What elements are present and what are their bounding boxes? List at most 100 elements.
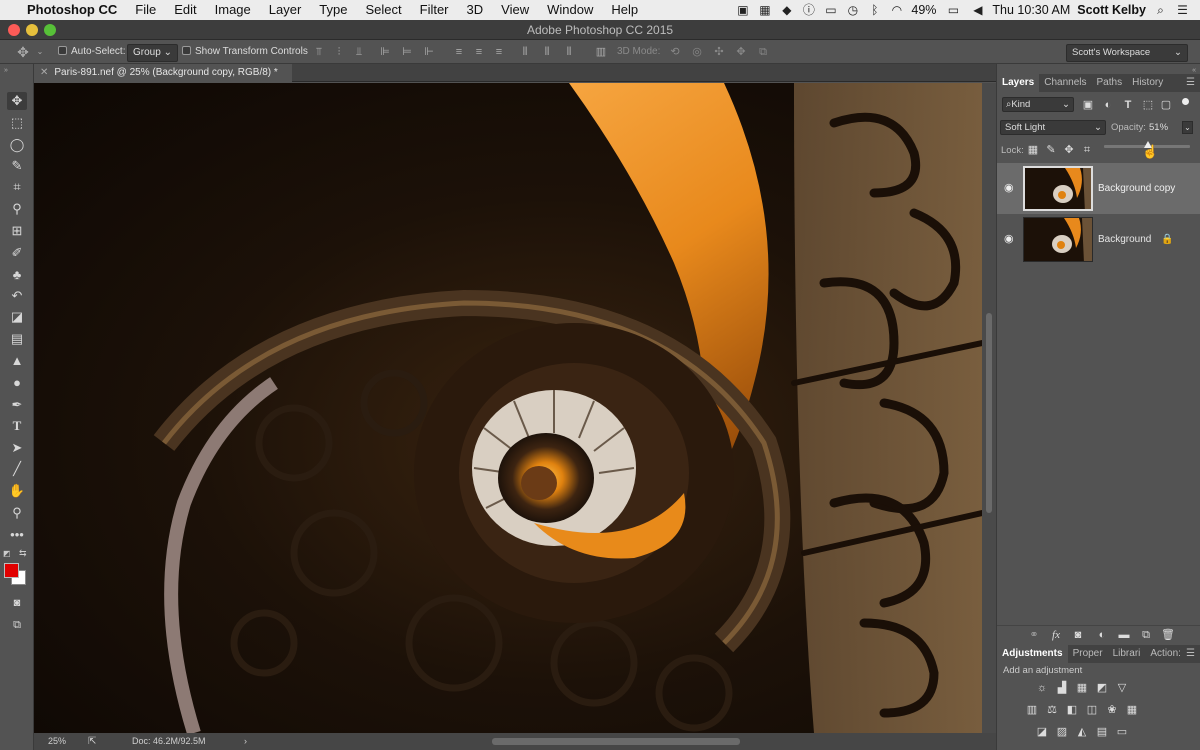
3d-drag-icon[interactable]: ✣	[712, 45, 726, 59]
info-icon[interactable]: ⓘ	[801, 3, 816, 17]
tab-channels[interactable]: Channels	[1039, 74, 1091, 92]
layer-name[interactable]: Background copy	[1098, 163, 1175, 214]
threshold-icon[interactable]: ◭	[1075, 726, 1089, 739]
invert-icon[interactable]: ◪	[1035, 726, 1049, 739]
blend-mode-dropdown[interactable]: Soft Light ⌄	[1000, 120, 1106, 135]
3d-rotate-icon[interactable]: ⟲	[668, 45, 682, 59]
visibility-eye-icon[interactable]: ◉	[1004, 163, 1014, 214]
new-group-icon[interactable]: ▬	[1117, 629, 1131, 642]
link-layers-icon[interactable]: ⚭	[1027, 629, 1041, 642]
app-menu[interactable]: Photoshop CC	[18, 0, 126, 20]
airplay-icon[interactable]: ▭	[823, 3, 838, 17]
distribute-bottom-icon[interactable]: ≡	[492, 45, 506, 59]
show-transform-checkbox[interactable]: Show Transform Controls	[182, 40, 308, 64]
menu-help[interactable]: Help	[602, 0, 647, 20]
auto-select-target-dropdown[interactable]: Group ⌄	[127, 40, 178, 64]
menu-select[interactable]: Select	[356, 0, 410, 20]
lock-transparent-icon[interactable]: ▦	[1026, 144, 1040, 157]
align-top-icon[interactable]: ⫪	[312, 45, 326, 59]
menu-type[interactable]: Type	[310, 0, 356, 20]
foreground-color-swatch[interactable]	[4, 563, 19, 578]
levels-icon[interactable]: ▟	[1055, 682, 1069, 695]
dodge-tool-icon[interactable]: ●	[7, 374, 27, 392]
spotlight-search-icon[interactable]: ⌕	[1153, 3, 1168, 17]
tab-layers[interactable]: Layers	[997, 74, 1040, 92]
gradient-tool-icon[interactable]: ▤	[7, 330, 27, 348]
fx-icon[interactable]: fx	[1049, 629, 1063, 642]
default-colors-icon[interactable]: ◩	[3, 549, 11, 558]
menu-view[interactable]: View	[492, 0, 538, 20]
menu-image[interactable]: Image	[206, 0, 260, 20]
user-name[interactable]: Scott Kelby	[1077, 3, 1146, 17]
layer-filter-dropdown[interactable]: ⌕Kind ⌄	[1002, 97, 1074, 112]
collapse-panels-icon[interactable]: «	[1192, 67, 1196, 74]
align-bottom-icon[interactable]: ⫫	[352, 45, 366, 59]
3d-roll-icon[interactable]: ◎	[690, 45, 704, 59]
photo-filter-icon[interactable]: ◫	[1085, 704, 1099, 717]
vibrance-icon[interactable]: ▽	[1115, 682, 1129, 695]
auto-align-icon[interactable]: ▥	[594, 45, 608, 59]
collapse-icon[interactable]: »	[4, 67, 8, 74]
layer-row-background[interactable]: ◉ Background 🔒	[997, 214, 1200, 265]
layer-row-background-copy[interactable]: ◉ Background copy	[997, 163, 1200, 214]
eyedropper-tool-icon[interactable]: ⚲	[7, 200, 27, 218]
document-tab[interactable]: ✕ Paris-891.nef @ 25% (Background copy, R…	[34, 64, 292, 82]
close-window-icon[interactable]	[8, 24, 20, 36]
zoom-tool-icon[interactable]: ⚲	[7, 504, 27, 522]
clock[interactable]: Thu 10:30 AM	[992, 3, 1070, 17]
auto-select-checkbox[interactable]: Auto-Select:	[58, 40, 125, 64]
notification-list-icon[interactable]: ☰	[1175, 3, 1190, 17]
maximize-window-icon[interactable]	[44, 24, 56, 36]
horizontal-scroll-thumb[interactable]	[492, 738, 740, 745]
volume-icon[interactable]: ◀	[970, 3, 985, 17]
align-hcenter-icon[interactable]: ⊨	[400, 45, 414, 59]
color-lookup-icon[interactable]: ▦	[1125, 704, 1139, 717]
grid-icon[interactable]: ▦	[757, 3, 772, 17]
blur-tool-icon[interactable]: ▲	[7, 352, 27, 370]
filter-toggle-icon[interactable]	[1182, 98, 1189, 105]
chevron-down-icon[interactable]: ⌄	[33, 45, 47, 59]
align-left-icon[interactable]: ⊫	[378, 45, 392, 59]
line-tool-icon[interactable]: ╱	[7, 460, 27, 478]
align-vcenter-icon[interactable]: ⫶	[332, 45, 346, 59]
opacity-value[interactable]: 51%	[1149, 122, 1168, 133]
close-tab-icon[interactable]: ✕	[40, 67, 48, 78]
lasso-tool-icon[interactable]: ◯	[7, 136, 27, 154]
time-machine-icon[interactable]: ◷	[845, 3, 860, 17]
delete-layer-icon[interactable]: 🗑	[1161, 629, 1175, 642]
smart-object-filter-icon[interactable]: ▢	[1159, 99, 1173, 112]
panel-menu-icon[interactable]: ☰	[1186, 645, 1195, 663]
distribute-right-icon[interactable]: ⦀	[562, 45, 576, 59]
add-mask-icon[interactable]: ◙	[1071, 629, 1085, 642]
facetime-icon[interactable]: ▣	[735, 3, 750, 17]
bluetooth-icon[interactable]: ᛒ	[867, 3, 882, 17]
tab-history[interactable]: History	[1127, 74, 1168, 92]
path-selection-tool-icon[interactable]: ➤	[7, 439, 27, 457]
export-icon[interactable]: ⇱	[88, 733, 96, 750]
curves-icon[interactable]: ▦	[1075, 682, 1089, 695]
channel-mixer-icon[interactable]: ❀	[1105, 704, 1119, 717]
menu-3d[interactable]: 3D	[458, 0, 493, 20]
status-menu-icon[interactable]: ›	[244, 733, 247, 750]
new-layer-icon[interactable]: ⧉	[1139, 629, 1153, 642]
panel-menu-icon[interactable]: ☰	[1186, 74, 1195, 92]
dropbox-icon[interactable]: ◆	[779, 3, 794, 17]
tab-adjustments[interactable]: Adjustments	[997, 645, 1068, 663]
lock-artboard-icon[interactable]: ⌗	[1080, 144, 1094, 157]
menu-edit[interactable]: Edit	[165, 0, 205, 20]
menu-layer[interactable]: Layer	[260, 0, 311, 20]
battery-icon[interactable]: ▭	[943, 3, 963, 17]
move-tool-preset-icon[interactable]: ✥	[16, 45, 30, 59]
tab-actions[interactable]: Action:	[1145, 645, 1186, 663]
exposure-icon[interactable]: ◩	[1095, 682, 1109, 695]
gradient-map-icon[interactable]: ▤	[1095, 726, 1109, 739]
clone-stamp-tool-icon[interactable]: ♣	[7, 266, 27, 284]
healing-brush-tool-icon[interactable]: ⊞	[7, 222, 27, 240]
posterize-icon[interactable]: ▨	[1055, 726, 1069, 739]
history-brush-tool-icon[interactable]: ↶	[7, 287, 27, 305]
document-canvas[interactable]	[34, 83, 982, 733]
distribute-hcenter-icon[interactable]: ⦀	[540, 45, 554, 59]
3d-slide-icon[interactable]: ✥	[734, 45, 748, 59]
menu-filter[interactable]: Filter	[411, 0, 458, 20]
distribute-left-icon[interactable]: ⦀	[518, 45, 532, 59]
